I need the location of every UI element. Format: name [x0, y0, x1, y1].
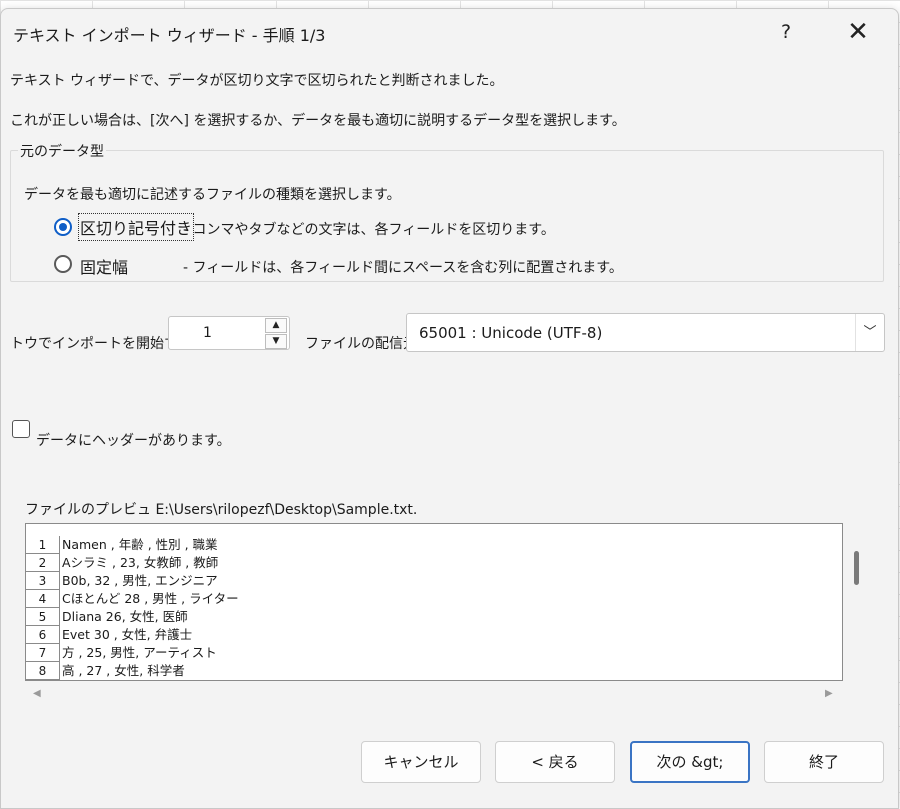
file-origin-select[interactable]: 65001 : Unicode (UTF-8) ﹀ [406, 313, 885, 352]
preview-row: 1 Namen , 年齢 , 性別 , 職業 [26, 536, 840, 554]
vertical-scrollbar-thumb[interactable] [854, 551, 859, 585]
row-text: B0b, 32 , 男性, エンジニア [62, 573, 218, 588]
row-number: 4 [26, 590, 60, 608]
start-row-stepper[interactable]: 1 ▲ ▼ [168, 316, 290, 350]
scroll-right-icon[interactable]: ▶ [825, 688, 833, 699]
row-text: Cほとんど 28 , 男性 , ライター [62, 591, 239, 606]
row-number: 1 [26, 536, 60, 554]
finish-button[interactable]: 終了 [764, 741, 884, 783]
preview-row: 4 Cほとんど 28 , 男性 , ライター [26, 590, 840, 608]
headers-checkbox[interactable] [12, 420, 30, 438]
file-origin-value[interactable]: 65001 : Unicode (UTF-8) [419, 324, 602, 342]
group-title: 元のデータ型 [18, 141, 106, 161]
intro-line-1: テキスト ウィザードで、データが区切り文字で区切られたと判断されました。 [10, 73, 504, 89]
preview-row: 5 Dliana 26, 女性, 医師 [26, 608, 840, 626]
chevron-down-icon[interactable]: ﹀ [855, 314, 884, 351]
row-number: 6 [26, 626, 60, 644]
back-button[interactable]: < 戻る [495, 741, 615, 783]
next-button[interactable]: 次の &gt; [630, 741, 750, 783]
row-number: 5 [26, 608, 60, 626]
cancel-button[interactable]: キャンセル [361, 741, 481, 783]
scroll-left-icon[interactable]: ◀ [33, 688, 41, 699]
preview-row: 3 B0b, 32 , 男性, エンジニア [26, 572, 840, 590]
row-number: 7 [26, 644, 60, 662]
start-row-value[interactable]: 1 [203, 325, 212, 341]
help-button[interactable]: ? [763, 9, 809, 55]
fixed-width-label[interactable]: 固定幅 [80, 254, 128, 278]
row-text: Dliana 26, 女性, 医師 [62, 609, 188, 624]
preview-label: ファイルのプレビュ E:\Users\rilopezf\Desktop\Samp… [25, 502, 418, 518]
delimited-radio[interactable] [54, 218, 72, 236]
preview-row: 8 高 , 27 , 女性, 科学者 [26, 662, 840, 680]
row-text: 方 , 25, 男性, アーティスト [62, 645, 217, 660]
fixed-width-description: - フィールドは、各フィールド間にスペースを含む列に配置されます。 [183, 260, 623, 276]
row-text: Evet 30 , 女性, 弁護士 [62, 627, 193, 642]
fixed-width-radio[interactable] [54, 255, 72, 273]
spin-down-icon[interactable]: ▼ [265, 334, 287, 349]
preview-row: 7 方 , 25, 男性, アーティスト [26, 644, 840, 662]
data-type-prompt: データを最も適切に記述するファイルの種類を選択します。 [24, 187, 401, 203]
delimited-description: - コンマやタブなどの文字は、各フィールドを区切ります。 [183, 222, 555, 238]
headers-label[interactable]: データにヘッダーがあります。 [36, 430, 231, 450]
row-text: Namen , 年齢 , 性別 , 職業 [62, 537, 218, 552]
row-number: 3 [26, 572, 60, 590]
file-preview[interactable]: 1 Namen , 年齢 , 性別 , 職業 2 Aシラミ , 23, 女教師 … [25, 523, 843, 681]
intro-line-2: これが正しい場合は、[次へ] を選択するか、データを最も適切に説明するデータ型を… [10, 113, 626, 129]
preview-row: 2 Aシラミ , 23, 女教師 , 教師 [26, 554, 840, 572]
dialog-title: テキスト インポート ウィザード - 手順 1/3 [13, 26, 326, 45]
delimited-label[interactable]: 区切り記号付き [77, 213, 195, 241]
row-text: Aシラミ , 23, 女教師 , 教師 [62, 555, 219, 570]
title-bar: テキスト インポート ウィザード - 手順 1/3 ? ✕ [1, 9, 898, 55]
file-origin-label: ファイルの配信元 [305, 336, 417, 352]
row-number: 8 [26, 662, 60, 680]
row-number: 2 [26, 554, 60, 572]
close-button[interactable]: ✕ [835, 9, 881, 55]
row-text: 高 , 27 , 女性, 科学者 [62, 663, 185, 678]
spin-up-icon[interactable]: ▲ [265, 318, 287, 333]
preview-row: 6 Evet 30 , 女性, 弁護士 [26, 626, 840, 644]
